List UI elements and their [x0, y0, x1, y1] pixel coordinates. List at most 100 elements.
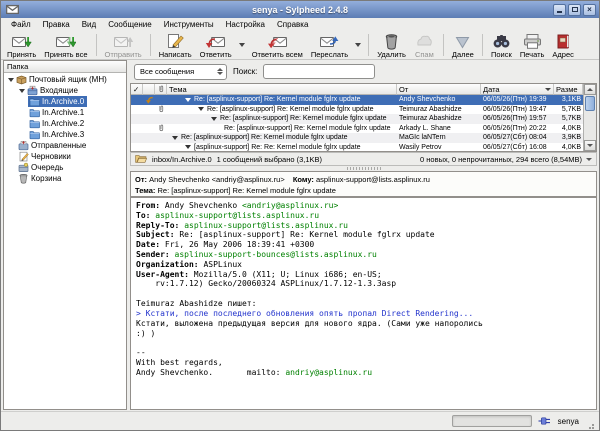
receive-button[interactable]: Принять — [3, 32, 40, 59]
message-body-line: Кстати, выложена предыдущая версия для н… — [136, 318, 483, 328]
from-cell: Wasily Petrov — [399, 143, 442, 151]
subject-text: Re: [asplinux-support] Re: Kernel module… — [224, 124, 391, 132]
thread-expander-icon[interactable] — [185, 145, 191, 150]
email-link[interactable]: asplinux-support-bounces@lists.asplinux.… — [175, 250, 377, 259]
message-row-0[interactable]: Re: [asplinux-support] Re: Kernel module… — [131, 95, 583, 105]
header-label: Subject: — [136, 230, 175, 240]
folder-item-in-archive-2[interactable]: In.Archive.2 — [4, 118, 126, 129]
address-icon — [553, 33, 574, 50]
folder-item-sent[interactable]: Отправленные — [4, 140, 126, 151]
menu-help[interactable]: Справка — [271, 19, 314, 30]
folder-item-inbox[interactable]: Входящие — [4, 85, 126, 96]
junk-button[interactable]: Спам — [410, 32, 439, 59]
close-button[interactable]: × — [583, 3, 596, 16]
column-header-attach[interactable] — [155, 84, 167, 95]
folder-item-drafts[interactable]: Черновики — [4, 151, 126, 162]
column-header-mark[interactable]: ✓ — [131, 84, 143, 95]
delete-icon — [381, 33, 402, 50]
menu-edit[interactable]: Правка — [37, 19, 76, 30]
next-button[interactable]: Далее — [448, 32, 478, 59]
send-button[interactable]: Отправить — [101, 32, 146, 59]
mark-cell — [131, 95, 143, 105]
expander-icon[interactable] — [17, 88, 26, 93]
folder-column-header[interactable]: Папка — [4, 61, 126, 73]
menu-view[interactable]: Вид — [76, 19, 102, 30]
folder-item-in-archive-0[interactable]: In.Archive.0 — [4, 96, 126, 107]
toolbar-button-label: Отправить — [104, 50, 142, 59]
message-row-4[interactable]: Re: [asplinux-support] Re: Kernel module… — [131, 133, 583, 143]
folder-item-in-archive-1[interactable]: In.Archive.1 — [4, 107, 126, 118]
reply-all-button[interactable]: Ответить всем — [248, 32, 307, 59]
scroll-down-icon[interactable] — [584, 140, 596, 151]
menu-file[interactable]: Файл — [5, 19, 37, 30]
menu-configuration[interactable]: Настройка — [220, 19, 271, 30]
thread-indent — [169, 118, 211, 119]
message-row-3[interactable]: Re: [asplinux-support] Re: Kernel module… — [131, 124, 583, 134]
attach-cell — [155, 95, 167, 105]
expander-icon[interactable] — [6, 77, 15, 82]
toolbar-button-label: Ответить всем — [251, 50, 303, 59]
thread-expander-icon[interactable] — [172, 135, 178, 140]
folder-label: Входящие — [40, 86, 78, 95]
folder-icon — [29, 96, 40, 107]
email-link[interactable]: asplinux-support@lists.asplinux.ru — [155, 211, 319, 220]
message-filter-select[interactable]: Все сообщения — [134, 63, 227, 80]
folder-icon — [29, 129, 40, 140]
summary-from-label: От: — [135, 175, 148, 184]
thread-expander-icon[interactable] — [198, 107, 204, 112]
reply-dropdown[interactable] — [236, 32, 248, 58]
receive-all-button[interactable]: Принять все — [40, 32, 91, 59]
forward-button[interactable]: Переслать — [307, 32, 352, 59]
folder-item-trash[interactable]: Корзина — [4, 173, 126, 184]
delete-button[interactable]: Удалить — [373, 32, 410, 59]
column-header-date[interactable]: Дата — [481, 84, 554, 95]
email-link[interactable]: andriy@asplinux.ru — [285, 368, 372, 377]
email-link[interactable]: asplinux-support@lists.asplinux.ru — [184, 221, 348, 230]
search-button[interactable]: Поиск — [487, 32, 516, 59]
scrollbar-track[interactable] — [584, 95, 596, 140]
search-input[interactable] — [263, 64, 376, 79]
status-cell — [143, 105, 155, 115]
message-row-2[interactable]: Re: [asplinux-support] Re: Kernel module… — [131, 114, 583, 124]
thread-expander-icon[interactable] — [185, 97, 191, 102]
compose-button[interactable]: Написать — [155, 32, 196, 59]
menu-message[interactable]: Сообщение — [102, 19, 158, 30]
column-header-status[interactable] — [143, 84, 155, 95]
status-cell — [143, 95, 155, 105]
maximize-button[interactable] — [568, 3, 581, 16]
collapse-chevron-icon[interactable] — [586, 157, 592, 161]
message-row-1[interactable]: Re: [asplinux-support] Re: Kernel module… — [131, 105, 583, 115]
column-header-from[interactable]: От — [397, 84, 481, 95]
reply-button[interactable]: Ответить — [196, 32, 236, 59]
header-label: From: — [136, 201, 161, 210]
online-status-icon[interactable] — [538, 416, 552, 426]
menu-tools[interactable]: Инструменты — [158, 19, 220, 30]
message-row-5[interactable]: [asplinux-support] Re: Re: Kernel module… — [131, 143, 583, 152]
minimize-button[interactable] — [553, 3, 566, 16]
column-label: ✓ — [133, 84, 140, 94]
message-list-scrollbar[interactable] — [583, 84, 596, 151]
window-title: senya - Sylpheed 2.4.8 — [251, 4, 349, 15]
folder-item-queue[interactable]: Очередь — [4, 162, 126, 173]
forward-dropdown[interactable] — [352, 32, 364, 58]
thread-indent — [169, 109, 198, 110]
column-header-subject[interactable]: Тема — [167, 84, 397, 95]
print-button[interactable]: Печать — [516, 32, 549, 59]
size-cell: 3,9KB — [561, 134, 581, 142]
size-cell: 5,7KB — [561, 105, 581, 113]
trash-icon — [18, 173, 29, 184]
resize-grip[interactable] — [585, 417, 594, 426]
title-bar[interactable]: senya - Sylpheed 2.4.8 × — [1, 1, 599, 18]
scroll-up-icon[interactable] — [584, 84, 596, 95]
thread-expander-icon[interactable] — [211, 116, 217, 121]
folder-item-mailbox-root[interactable]: Почтовый ящик (MH) — [4, 74, 126, 85]
folder-item-in-archive-3[interactable]: In.Archive.3 — [4, 129, 126, 140]
message-rows: Re: [asplinux-support] Re: Kernel module… — [131, 95, 583, 151]
paperclip-icon — [157, 105, 165, 113]
column-header-size[interactable]: Разме — [554, 84, 583, 95]
address-button[interactable]: Адрес — [548, 32, 577, 59]
email-link[interactable]: <andriy@asplinux.ru> — [242, 201, 338, 210]
scrollbar-thumb[interactable] — [585, 96, 595, 111]
message-headers: From: Andy Shevchenko <andriy@asplinux.r… — [136, 201, 591, 289]
message-body-line: :) ) — [136, 328, 156, 338]
